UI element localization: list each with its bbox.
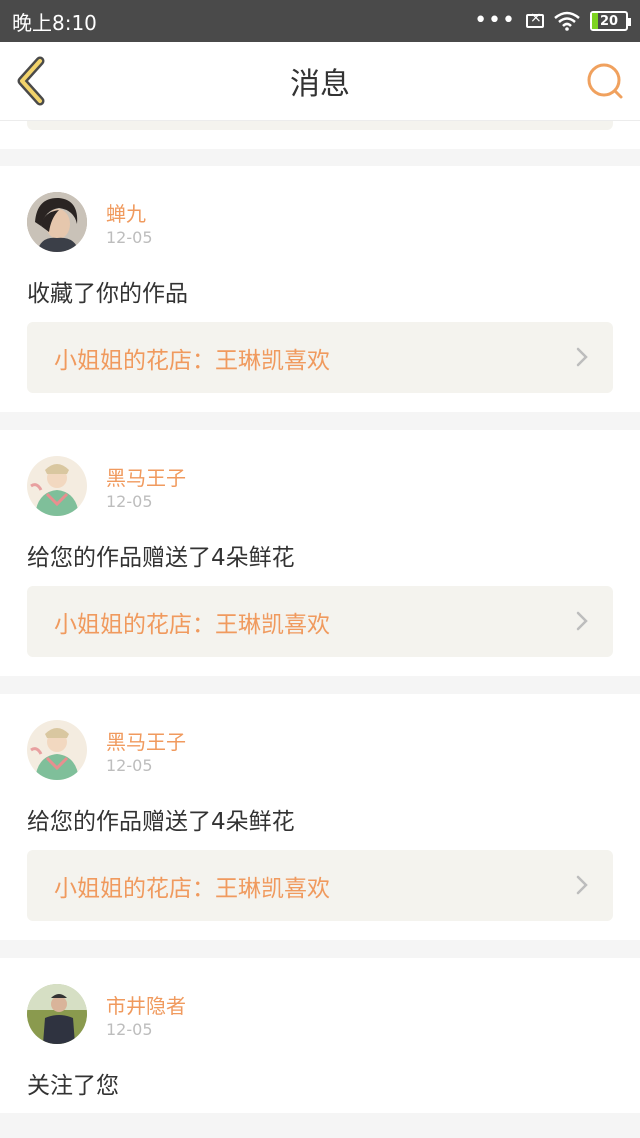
message-card: 蝉九 12-05 收藏了你的作品 小姐姐的花店：王琳凯喜欢: [0, 166, 640, 412]
message-action-text: 给您的作品赠送了4朵鲜花: [27, 545, 295, 571]
message-action-text: 给您的作品赠送了4朵鲜花: [27, 809, 295, 835]
work-link[interactable]: 小姐姐的花店：王琳凯喜欢: [27, 586, 613, 657]
more-dots-icon: •••: [474, 8, 516, 33]
previous-work-link-edge: [27, 121, 613, 130]
status-bar: 晚上8:10 ••• 20: [0, 0, 640, 42]
status-icons: ••• 20: [474, 8, 631, 33]
nav-bar: 消息: [0, 42, 640, 121]
message-list[interactable]: 蝉九 12-05 收藏了你的作品 小姐姐的花店：王琳凯喜欢 黑马王子 12-05…: [0, 121, 640, 1138]
search-button[interactable]: [584, 60, 626, 102]
message-date: 12-05: [106, 1020, 153, 1039]
wifi-icon: [554, 11, 580, 31]
chevron-right-icon: [576, 875, 588, 895]
message-card: 黑马王子 12-05 给您的作品赠送了4朵鲜花 小姐姐的花店：王琳凯喜欢: [0, 694, 640, 940]
message-date: 12-05: [106, 228, 153, 247]
sim-card-icon: [526, 10, 544, 28]
avatar[interactable]: [27, 984, 87, 1044]
battery-level-fill: [592, 13, 598, 29]
username[interactable]: 蝉九: [106, 198, 146, 227]
message-card: 市井隐者 12-05 关注了您: [0, 958, 640, 1113]
chevron-right-icon: [576, 347, 588, 367]
message-date: 12-05: [106, 756, 153, 775]
message-action-text: 收藏了你的作品: [27, 281, 188, 307]
avatar[interactable]: [27, 456, 87, 516]
chevron-right-icon: [576, 611, 588, 631]
page-title: 消息: [290, 67, 350, 102]
back-button[interactable]: [12, 56, 56, 106]
battery-indicator: 20: [590, 11, 631, 31]
message-action-text: 关注了您: [27, 1073, 119, 1099]
avatar[interactable]: [27, 192, 87, 252]
work-link[interactable]: 小姐姐的花店：王琳凯喜欢: [27, 322, 613, 393]
avatar[interactable]: [27, 720, 87, 780]
username[interactable]: 市井隐者: [106, 990, 186, 1019]
username[interactable]: 黑马王子: [106, 726, 186, 755]
work-title: 小姐姐的花店：王琳凯喜欢: [54, 875, 330, 902]
back-chevron-icon: [17, 56, 45, 106]
status-time: 晚上8:10: [12, 10, 97, 35]
message-card: 黑马王子 12-05 给您的作品赠送了4朵鲜花 小姐姐的花店：王琳凯喜欢: [0, 430, 640, 676]
work-title: 小姐姐的花店：王琳凯喜欢: [54, 347, 330, 374]
message-date: 12-05: [106, 492, 153, 511]
username[interactable]: 黑马王子: [106, 462, 186, 491]
battery-level: 20: [599, 13, 619, 29]
work-title: 小姐姐的花店：王琳凯喜欢: [54, 611, 330, 638]
work-link[interactable]: 小姐姐的花店：王琳凯喜欢: [27, 850, 613, 921]
search-icon: [587, 63, 623, 99]
